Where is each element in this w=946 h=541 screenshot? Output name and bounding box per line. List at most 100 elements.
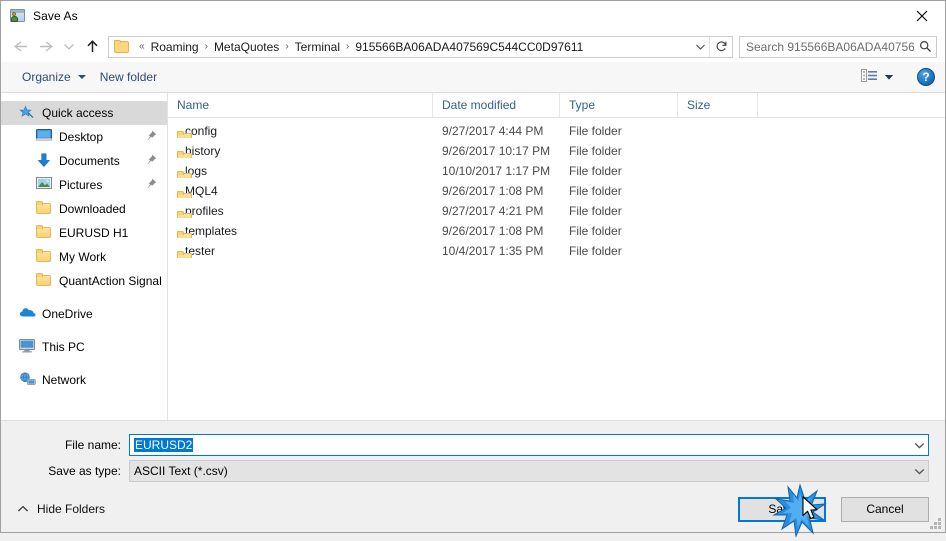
- savetype-select[interactable]: ASCII Text (*.csv): [129, 460, 929, 482]
- close-icon[interactable]: [899, 1, 945, 30]
- table-row[interactable]: history 9/26/2017 10:17 PM File folder: [168, 141, 945, 161]
- sidebar-item-quick-access[interactable]: Quick access: [1, 101, 167, 125]
- chevron-down-icon[interactable]: [59, 35, 79, 59]
- sidebar-item-this-pc[interactable]: This PC: [1, 335, 167, 359]
- filename-input[interactable]: EURUSD2: [129, 434, 929, 456]
- sort-ascending-icon: [288, 93, 297, 98]
- breadcrumb-prefix: «: [134, 41, 150, 52]
- cell-name: tester: [168, 244, 433, 258]
- button-row: Hide Folders Save Cancel: [1, 486, 945, 532]
- back-arrow-icon[interactable]: [7, 35, 33, 59]
- pin-icon[interactable]: [145, 154, 157, 166]
- folder-icon: [36, 273, 53, 289]
- breadcrumb-separator[interactable]: ›: [280, 41, 293, 52]
- cell-date-modified: 10/10/2017 1:17 PM: [433, 164, 560, 178]
- column-header-label: Date modified: [442, 98, 516, 112]
- organize-button[interactable]: Organize: [15, 67, 93, 87]
- table-row[interactable]: profiles 9/27/2017 4:21 PM File folder: [168, 201, 945, 221]
- help-icon[interactable]: ?: [917, 68, 935, 86]
- cell-date-modified: 9/26/2017 1:08 PM: [433, 224, 560, 238]
- breadcrumb-item-roaming[interactable]: Roaming: [150, 40, 200, 54]
- breadcrumb-item-terminal[interactable]: Terminal: [294, 40, 341, 54]
- cell-name: templates: [168, 224, 433, 238]
- spacer: [1, 326, 167, 335]
- cell-date-modified: 9/26/2017 1:08 PM: [433, 184, 560, 198]
- column-header-type[interactable]: Type: [560, 93, 678, 117]
- save-button[interactable]: Save: [738, 497, 826, 522]
- address-bar: « Roaming › MetaQuotes › Terminal › 9155…: [1, 31, 945, 62]
- hide-folders-button[interactable]: Hide Folders: [13, 498, 109, 520]
- breadcrumb[interactable]: « Roaming › MetaQuotes › Terminal › 9155…: [108, 36, 733, 58]
- filename-value-wrap: EURUSD2: [130, 438, 911, 452]
- chevron-down-icon[interactable]: [911, 461, 928, 481]
- save-label: Save: [768, 502, 795, 516]
- file-list: Name Date modified Type Size config: [168, 93, 945, 420]
- search-input[interactable]: Search 915566BA06ADA40756...: [739, 36, 937, 58]
- folder-icon: [36, 201, 53, 217]
- cell-name: MQL4: [168, 184, 433, 198]
- chevron-up-icon: [17, 502, 29, 516]
- column-header-label: Size: [687, 98, 710, 112]
- sidebar-item-label: Documents: [59, 154, 120, 168]
- table-row[interactable]: MQL4 9/26/2017 1:08 PM File folder: [168, 181, 945, 201]
- pin-icon[interactable]: [145, 178, 157, 190]
- folder-icon: [36, 225, 53, 241]
- sidebar-item-my-work[interactable]: My Work: [1, 245, 167, 269]
- savetype-row: Save as type: ASCII Text (*.csv): [1, 460, 945, 482]
- table-row[interactable]: logs 10/10/2017 1:17 PM File folder: [168, 161, 945, 181]
- view-options-button[interactable]: [856, 66, 899, 88]
- column-header-size[interactable]: Size: [678, 93, 758, 117]
- sidebar-item-network[interactable]: Network: [1, 368, 167, 392]
- cell-type: File folder: [560, 144, 678, 158]
- sidebar-item-label: OneDrive: [42, 307, 93, 321]
- search-icon[interactable]: [914, 40, 936, 53]
- column-header-label: Type: [569, 98, 595, 112]
- cell-date-modified: 9/27/2017 4:44 PM: [433, 124, 560, 138]
- forward-arrow-icon[interactable]: [33, 35, 59, 59]
- sidebar-item-documents[interactable]: Documents: [1, 149, 167, 173]
- new-folder-button[interactable]: New folder: [93, 67, 164, 87]
- new-folder-label: New folder: [100, 70, 157, 84]
- sidebar-item-onedrive[interactable]: OneDrive: [1, 302, 167, 326]
- sidebar-item-pictures[interactable]: Pictures: [1, 173, 167, 197]
- resize-grip[interactable]: [928, 516, 941, 529]
- this-pc-icon: [19, 339, 36, 355]
- view-layout-icon: [861, 69, 878, 85]
- file-name: templates: [185, 224, 237, 238]
- breadcrumb-item-terminal-id[interactable]: 915566BA06ADA407569C544CC0D97611: [354, 40, 584, 54]
- chevron-down-icon[interactable]: [911, 435, 928, 455]
- column-header-filler: [758, 93, 945, 117]
- star-pin-icon: [19, 105, 36, 121]
- cell-type: File folder: [560, 184, 678, 198]
- breadcrumb-separator[interactable]: ›: [341, 41, 354, 52]
- refresh-icon[interactable]: [710, 37, 732, 57]
- chevron-down-icon: [78, 75, 86, 79]
- breadcrumb-dropdown-icon[interactable]: [691, 37, 709, 57]
- folder-icon: [114, 40, 130, 54]
- table-row[interactable]: tester 10/4/2017 1:35 PM File folder: [168, 241, 945, 261]
- sidebar-item-downloaded[interactable]: Downloaded: [1, 197, 167, 221]
- cell-type: File folder: [560, 124, 678, 138]
- documents-icon: [36, 153, 53, 169]
- up-arrow-icon[interactable]: [79, 35, 105, 59]
- column-header-date-modified[interactable]: Date modified: [433, 93, 560, 117]
- column-header-name[interactable]: Name: [168, 93, 433, 117]
- filename-value: EURUSD2: [134, 438, 193, 452]
- cell-name: config: [168, 124, 433, 138]
- dialog-body: Quick access Desktop: [1, 93, 945, 420]
- folder-icon: [36, 249, 53, 265]
- pin-icon[interactable]: [145, 130, 157, 142]
- sidebar-item-desktop[interactable]: Desktop: [1, 125, 167, 149]
- sidebar-item-eurusd-h1[interactable]: EURUSD H1: [1, 221, 167, 245]
- sidebar-item-quantaction-signal[interactable]: QuantAction Signal: [1, 269, 167, 293]
- navigation-pane: Quick access Desktop: [1, 93, 168, 420]
- sidebar-item-label: This PC: [42, 340, 85, 354]
- breadcrumb-item-metaquotes[interactable]: MetaQuotes: [213, 40, 280, 54]
- cancel-button[interactable]: Cancel: [841, 497, 929, 522]
- help-label: ?: [922, 71, 929, 83]
- cell-date-modified: 9/26/2017 10:17 PM: [433, 144, 560, 158]
- table-row[interactable]: templates 9/26/2017 1:08 PM File folder: [168, 221, 945, 241]
- search-placeholder: Search 915566BA06ADA40756...: [740, 40, 914, 54]
- table-row[interactable]: config 9/27/2017 4:44 PM File folder: [168, 121, 945, 141]
- breadcrumb-separator[interactable]: ›: [200, 41, 213, 52]
